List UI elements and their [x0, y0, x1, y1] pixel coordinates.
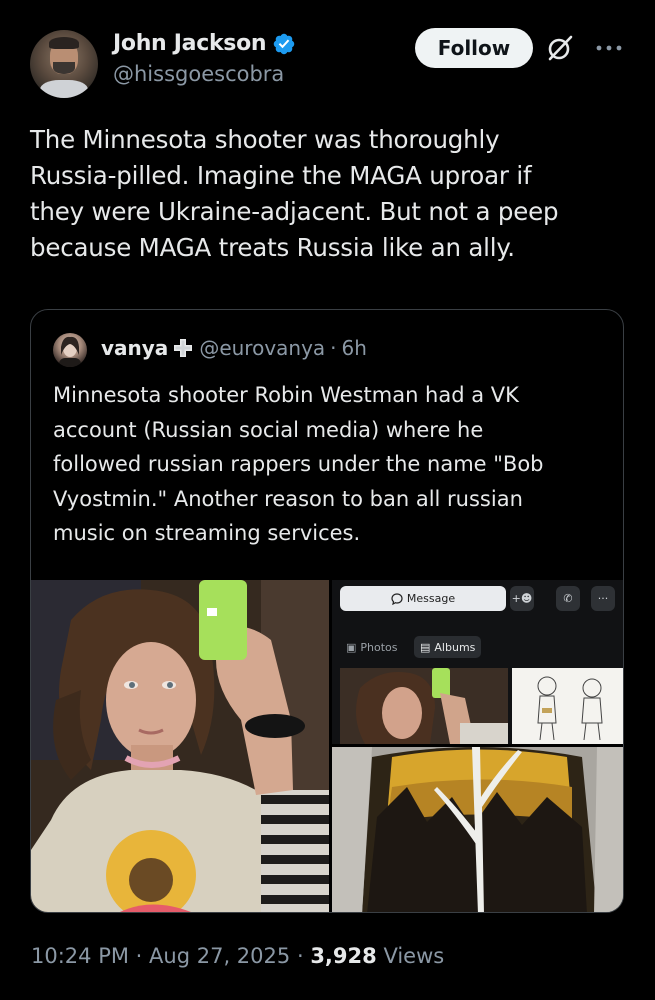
phone-icon: ✆: [556, 586, 580, 611]
meta-separator-2: ·: [296, 944, 304, 968]
quoted-tweet[interactable]: vanya @eurovanya · 6h Minnesota shooter …: [30, 309, 624, 913]
tweet-text: The Minnesota shooter was thoroughly Rus…: [30, 125, 559, 262]
vk-tab-albums: ▤ Albums: [414, 636, 482, 658]
quote-media-vk-profile[interactable]: Message +☻ ✆ ··· ▣ Photos ▤ Albums: [332, 580, 623, 744]
tweet-time[interactable]: 10:24 PM: [31, 944, 129, 968]
grok-icon[interactable]: [546, 34, 574, 62]
author-display-name[interactable]: John Jackson: [113, 31, 267, 56]
author-avatar[interactable]: [30, 30, 98, 98]
quote-author-handle[interactable]: @eurovanya: [199, 336, 325, 360]
quote-author-avatar[interactable]: [53, 333, 87, 367]
author-info: John Jackson @hissgoescobra: [113, 31, 296, 86]
vk-tab-albums-label: Albums: [434, 640, 476, 654]
vk-tab-photos-label: Photos: [360, 640, 398, 654]
birch-tree-artwork: [332, 747, 623, 912]
author-handle[interactable]: @hissgoescobra: [113, 62, 296, 86]
author-name-row[interactable]: John Jackson: [113, 31, 296, 56]
tweet-date[interactable]: Aug 27, 2025: [149, 944, 290, 968]
tweet-meta: 10:24 PM · Aug 27, 2025 · 3,928 Views: [31, 944, 444, 968]
vk-message-button: Message: [340, 586, 506, 611]
meta-separator-1: ·: [135, 944, 143, 968]
quote-time[interactable]: 6h: [342, 336, 367, 360]
vk-drawing-thumbnail: [512, 668, 623, 744]
views-label: Views: [383, 944, 445, 968]
medical-cross-icon: [174, 339, 193, 357]
selfie-photo: [31, 580, 329, 912]
follow-button[interactable]: Follow: [415, 28, 533, 68]
photo-icon: ▣: [346, 640, 357, 654]
more-icon[interactable]: [595, 44, 623, 52]
add-friend-icon: +☻: [510, 586, 534, 611]
vk-tab-photos: ▣ Photos: [340, 636, 404, 658]
verified-badge-icon: [274, 33, 295, 54]
views-count[interactable]: 3,928: [310, 944, 376, 968]
album-icon: ▤: [420, 640, 431, 654]
quote-separator: ·: [330, 336, 337, 360]
tweet: John Jackson @hissgoescobra Follow The M…: [0, 0, 655, 1000]
vk-more-icon: ···: [591, 586, 615, 611]
vk-photo-thumbnail: [340, 668, 508, 744]
chat-bubble-icon: [391, 592, 403, 605]
quote-media-selfie[interactable]: [31, 580, 329, 912]
vk-message-label: Message: [406, 592, 456, 605]
quote-header: vanya @eurovanya · 6h: [101, 336, 367, 360]
quote-author-name[interactable]: vanya: [101, 336, 168, 360]
quote-text: Minnesota shooter Robin Westman had a VK…: [53, 383, 544, 545]
quote-media-artwork[interactable]: [332, 747, 623, 912]
